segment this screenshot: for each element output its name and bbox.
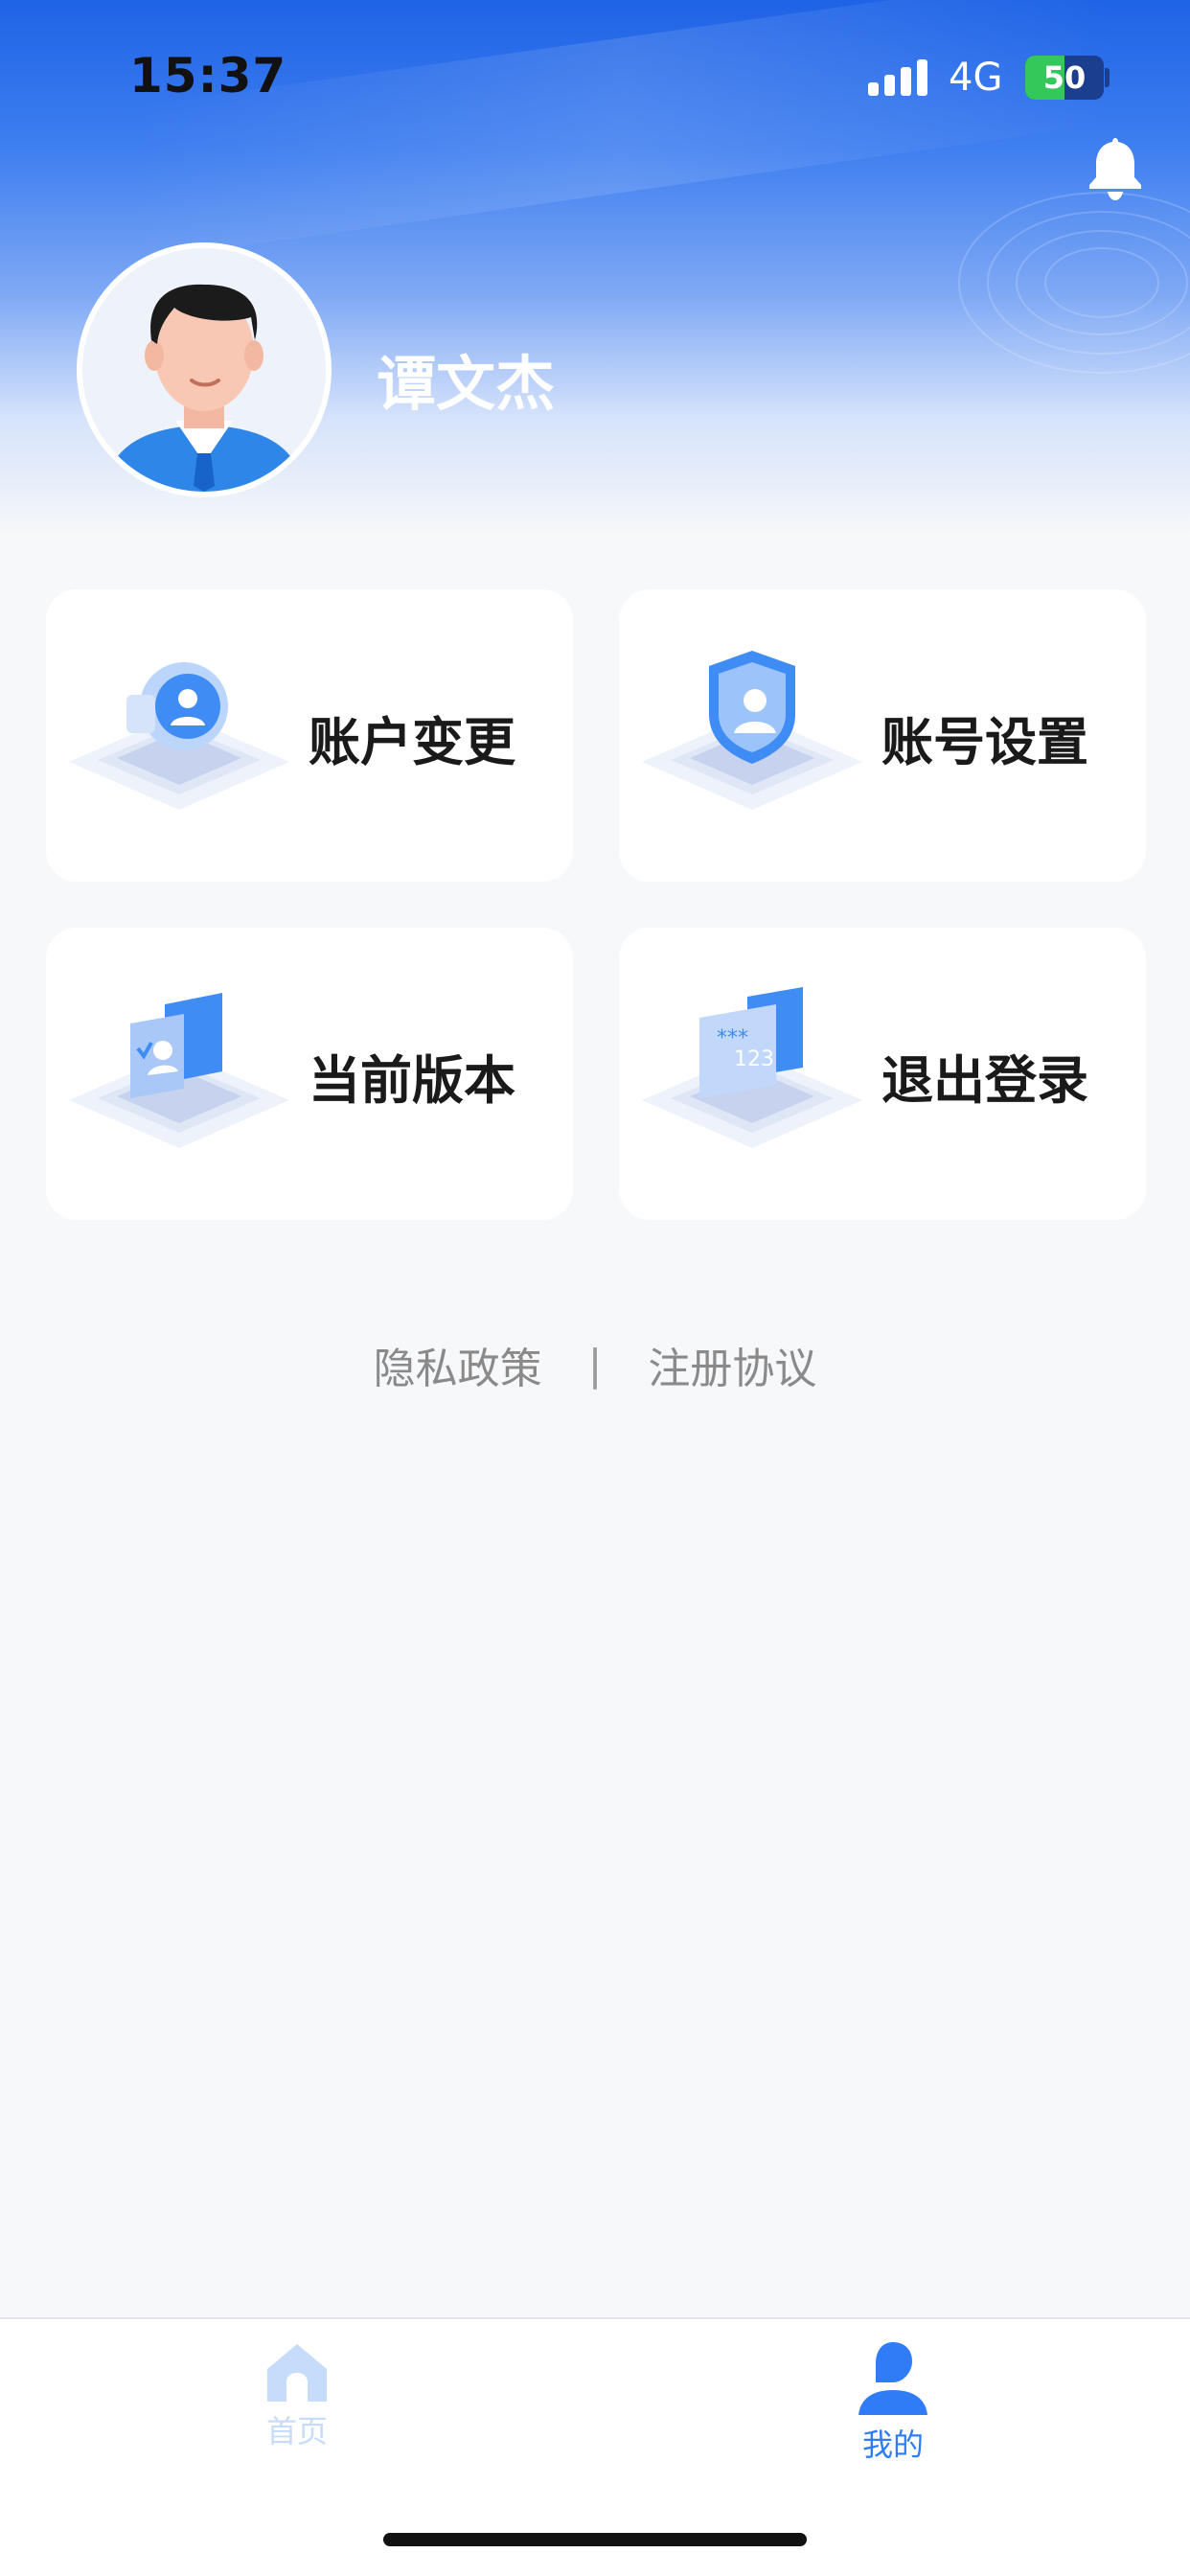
- logout-icon: *** 123: [642, 987, 862, 1148]
- tab-home[interactable]: 首页: [201, 2340, 393, 2451]
- cellular-signal-icon: [868, 59, 927, 96]
- avatar[interactable]: [77, 242, 332, 497]
- home-icon: [267, 2344, 327, 2402]
- svg-text:123: 123: [734, 1047, 774, 1071]
- tab-home-label: 首页: [265, 2413, 328, 2450]
- account-settings-label: 账号设置: [881, 712, 1088, 772]
- links-separator: |: [587, 1340, 603, 1390]
- current-version-label: 当前版本: [309, 1050, 515, 1111]
- account-settings-card[interactable]: 账号设置: [619, 589, 1146, 882]
- network-type: 4G: [949, 56, 1003, 100]
- battery-level: 50: [1042, 59, 1087, 96]
- status-bar: 15:37 4G 50: [0, 0, 1190, 144]
- profile-name: 谭文杰: [377, 349, 556, 419]
- bell-icon[interactable]: [1085, 134, 1146, 201]
- tab-mine-label: 我的: [861, 2426, 924, 2463]
- privacy-policy-link[interactable]: 隐私政策: [374, 1334, 542, 1395]
- policy-links: 隐私政策 | 注册协议: [0, 1334, 1190, 1395]
- register-agreement-link[interactable]: 注册协议: [648, 1334, 816, 1395]
- battery-icon: 50: [1025, 56, 1104, 100]
- status-time: 15:37: [129, 48, 287, 104]
- person-icon: [858, 2342, 927, 2415]
- account-settings-icon: [642, 651, 862, 810]
- account-change-icon: [69, 662, 289, 810]
- current-version-card[interactable]: 当前版本: [46, 928, 573, 1220]
- tab-mine[interactable]: 我的: [797, 2340, 989, 2465]
- logout-card[interactable]: *** 123 退出登录: [619, 928, 1146, 1220]
- account-change-label: 账户变更: [309, 712, 515, 772]
- logout-label: 退出登录: [881, 1050, 1088, 1111]
- home-indicator[interactable]: [383, 2533, 807, 2546]
- account-change-card[interactable]: 账户变更: [46, 589, 573, 882]
- current-version-icon: [69, 993, 289, 1148]
